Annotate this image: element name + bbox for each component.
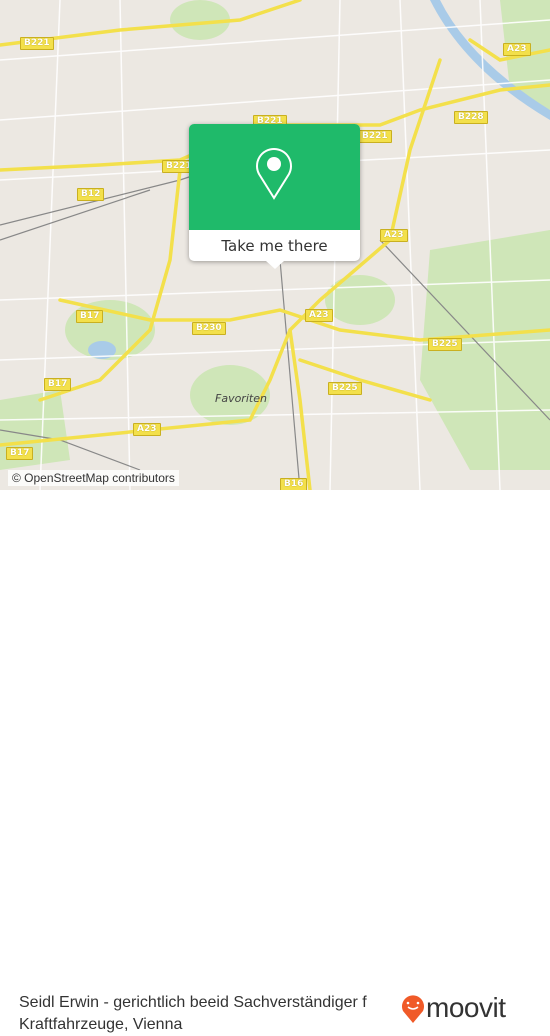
road-shield: A23: [133, 423, 161, 436]
road-shield: A23: [305, 309, 333, 322]
road-shield: B17: [6, 447, 34, 460]
footer: Seidl Erwin - gerichtlich beeid Sachvers…: [0, 490, 550, 1033]
location-popup: Take me there: [189, 124, 360, 269]
road-shield: B225: [428, 338, 462, 351]
place-title: Seidl Erwin - gerichtlich beeid Sachvers…: [19, 994, 367, 1033]
road-shield: A23: [503, 43, 531, 56]
moovit-pin-icon: [402, 995, 424, 1023]
moovit-wordmark: moovit: [426, 992, 506, 1023]
road-shield: B17: [76, 310, 104, 323]
road-shield: B228: [454, 111, 488, 124]
popup-pointer: [266, 261, 284, 269]
road-shield: B17: [44, 378, 72, 391]
road-shield: B12: [77, 188, 105, 201]
moovit-logo: moovit: [400, 992, 506, 1024]
popup-header: [189, 124, 360, 230]
road-shield: B230: [192, 322, 226, 335]
road-shield: B221: [20, 37, 54, 50]
map-attribution[interactable]: © OpenStreetMap contributors: [8, 470, 179, 486]
take-me-there-button[interactable]: Take me there: [189, 230, 360, 261]
district-label: Favoriten: [215, 392, 267, 405]
road-shield: B225: [328, 382, 362, 395]
map[interactable]: B221 B221 B221 B221 B12 B17 B17 B17 B230…: [0, 0, 550, 491]
road-shield: A23: [380, 229, 408, 242]
road-shield: B221: [358, 130, 392, 143]
location-pin-icon: [256, 148, 292, 200]
